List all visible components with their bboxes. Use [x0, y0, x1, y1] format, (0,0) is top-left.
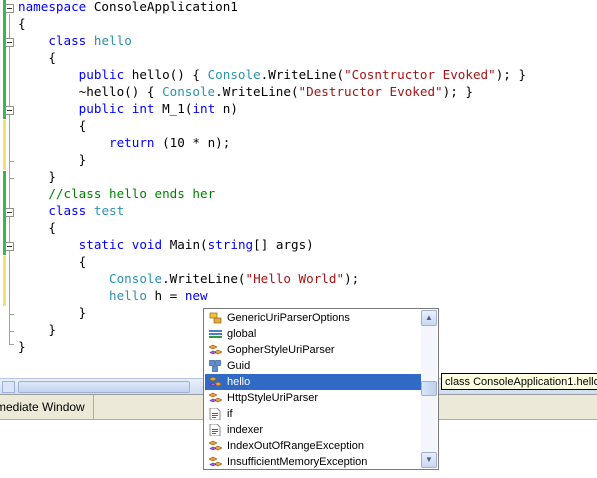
code-line: {: [18, 16, 26, 31]
class-icon: [208, 376, 223, 388]
completion-item-label: if: [227, 408, 233, 420]
completion-item-label: IndexOutOfRangeException: [227, 440, 364, 452]
completion-item-label: GopherStyleUriParser: [227, 344, 335, 356]
code-line: {: [18, 254, 87, 269]
code-line: }: [18, 339, 26, 354]
outlining-margin: [0, 0, 18, 378]
collapse-main-icon[interactable]: [5, 242, 14, 251]
code-line: Console.WriteLine("Hello World");: [109, 271, 360, 286]
completion-item[interactable]: indexer: [205, 422, 421, 438]
completion-item-label: hello: [227, 376, 251, 388]
tab-immediate-window[interactable]: mediate Window: [0, 395, 94, 419]
completion-item[interactable]: if: [205, 406, 421, 422]
collapse-method-icon[interactable]: [5, 106, 14, 115]
quickinfo-tooltip: class ConsoleApplication1.hello: [441, 373, 597, 390]
code-line: class test: [48, 203, 125, 218]
scroll-thumb[interactable]: [18, 381, 190, 393]
scroll-left-button[interactable]: [2, 381, 15, 393]
code-line: {: [18, 118, 87, 133]
completion-item[interactable]: hello: [205, 374, 421, 390]
completion-list-scrollbar[interactable]: ▲ ▼: [421, 310, 437, 468]
completion-item-label: GenericUriParserOptions: [227, 312, 350, 324]
change-bar-unsaved: [3, 256, 6, 306]
collapse-class-hello-icon[interactable]: [5, 38, 14, 47]
completion-item[interactable]: GenericUriParserOptions: [205, 310, 421, 326]
code-line: {: [18, 50, 56, 65]
class-icon: [208, 392, 223, 404]
code-line: }: [18, 169, 56, 184]
outline-guide: [9, 14, 10, 344]
completion-item[interactable]: Guid: [205, 358, 421, 374]
outline-end-marker: [9, 161, 14, 162]
code-line: public hello() { Console.WriteLine("Cosn…: [78, 67, 527, 82]
class-icon: [208, 344, 223, 356]
code-line: public int M_1(int n): [78, 101, 238, 116]
code-line: static void Main(string[] args): [78, 237, 314, 252]
class-icon: [208, 456, 223, 468]
code-line: hello h = new: [109, 288, 208, 303]
enum-icon: [209, 312, 222, 324]
completion-item-label: indexer: [227, 424, 264, 436]
completion-item[interactable]: GopherStyleUriParser: [205, 342, 421, 358]
outline-end-marker: [9, 331, 14, 332]
completion-scroll-thumb[interactable]: [421, 381, 437, 396]
class-icon: [208, 440, 223, 452]
change-bar-unsaved: [3, 120, 6, 170]
change-bar-saved: [3, 0, 6, 119]
completion-item-label: InsufficientMemoryException: [227, 456, 368, 468]
intellisense-completion-list[interactable]: GenericUriParserOptions global GopherStyle…: [203, 308, 439, 470]
completion-item[interactable]: HttpStyleUriParser: [205, 390, 421, 406]
collapse-class-test-icon[interactable]: [5, 208, 14, 217]
snippet-icon: [209, 407, 222, 421]
outline-end-marker: [9, 344, 14, 345]
code-line: namespace ConsoleApplication1: [18, 0, 238, 14]
completion-item-label: Guid: [227, 360, 251, 372]
code-line: {: [18, 220, 56, 235]
completion-item[interactable]: global: [205, 326, 421, 342]
completion-item-label: global: [227, 328, 257, 340]
code-line: }: [18, 152, 87, 167]
code-line: ~hello() { Console.WriteLine("Destructor…: [18, 84, 473, 99]
scroll-up-button[interactable]: ▲: [421, 310, 437, 326]
outline-end-marker: [9, 178, 14, 179]
code-line: return (10 * n);: [109, 135, 231, 150]
code-line: }: [18, 305, 87, 320]
code-line: }: [18, 322, 56, 337]
outline-end-marker: [9, 314, 14, 315]
keyword-icon: [209, 328, 222, 340]
struct-icon: [209, 360, 222, 372]
code-line: //class hello ends her: [48, 186, 216, 201]
completion-item[interactable]: InsufficientMemoryException: [205, 454, 421, 470]
scroll-down-button[interactable]: ▼: [421, 452, 437, 468]
code-line: class hello: [48, 33, 132, 48]
completion-item[interactable]: IndexOutOfRangeException: [205, 438, 421, 454]
completion-item-label: HttpStyleUriParser: [227, 392, 319, 404]
snippet-icon: [209, 423, 222, 437]
collapse-namespace-icon[interactable]: [5, 4, 14, 13]
